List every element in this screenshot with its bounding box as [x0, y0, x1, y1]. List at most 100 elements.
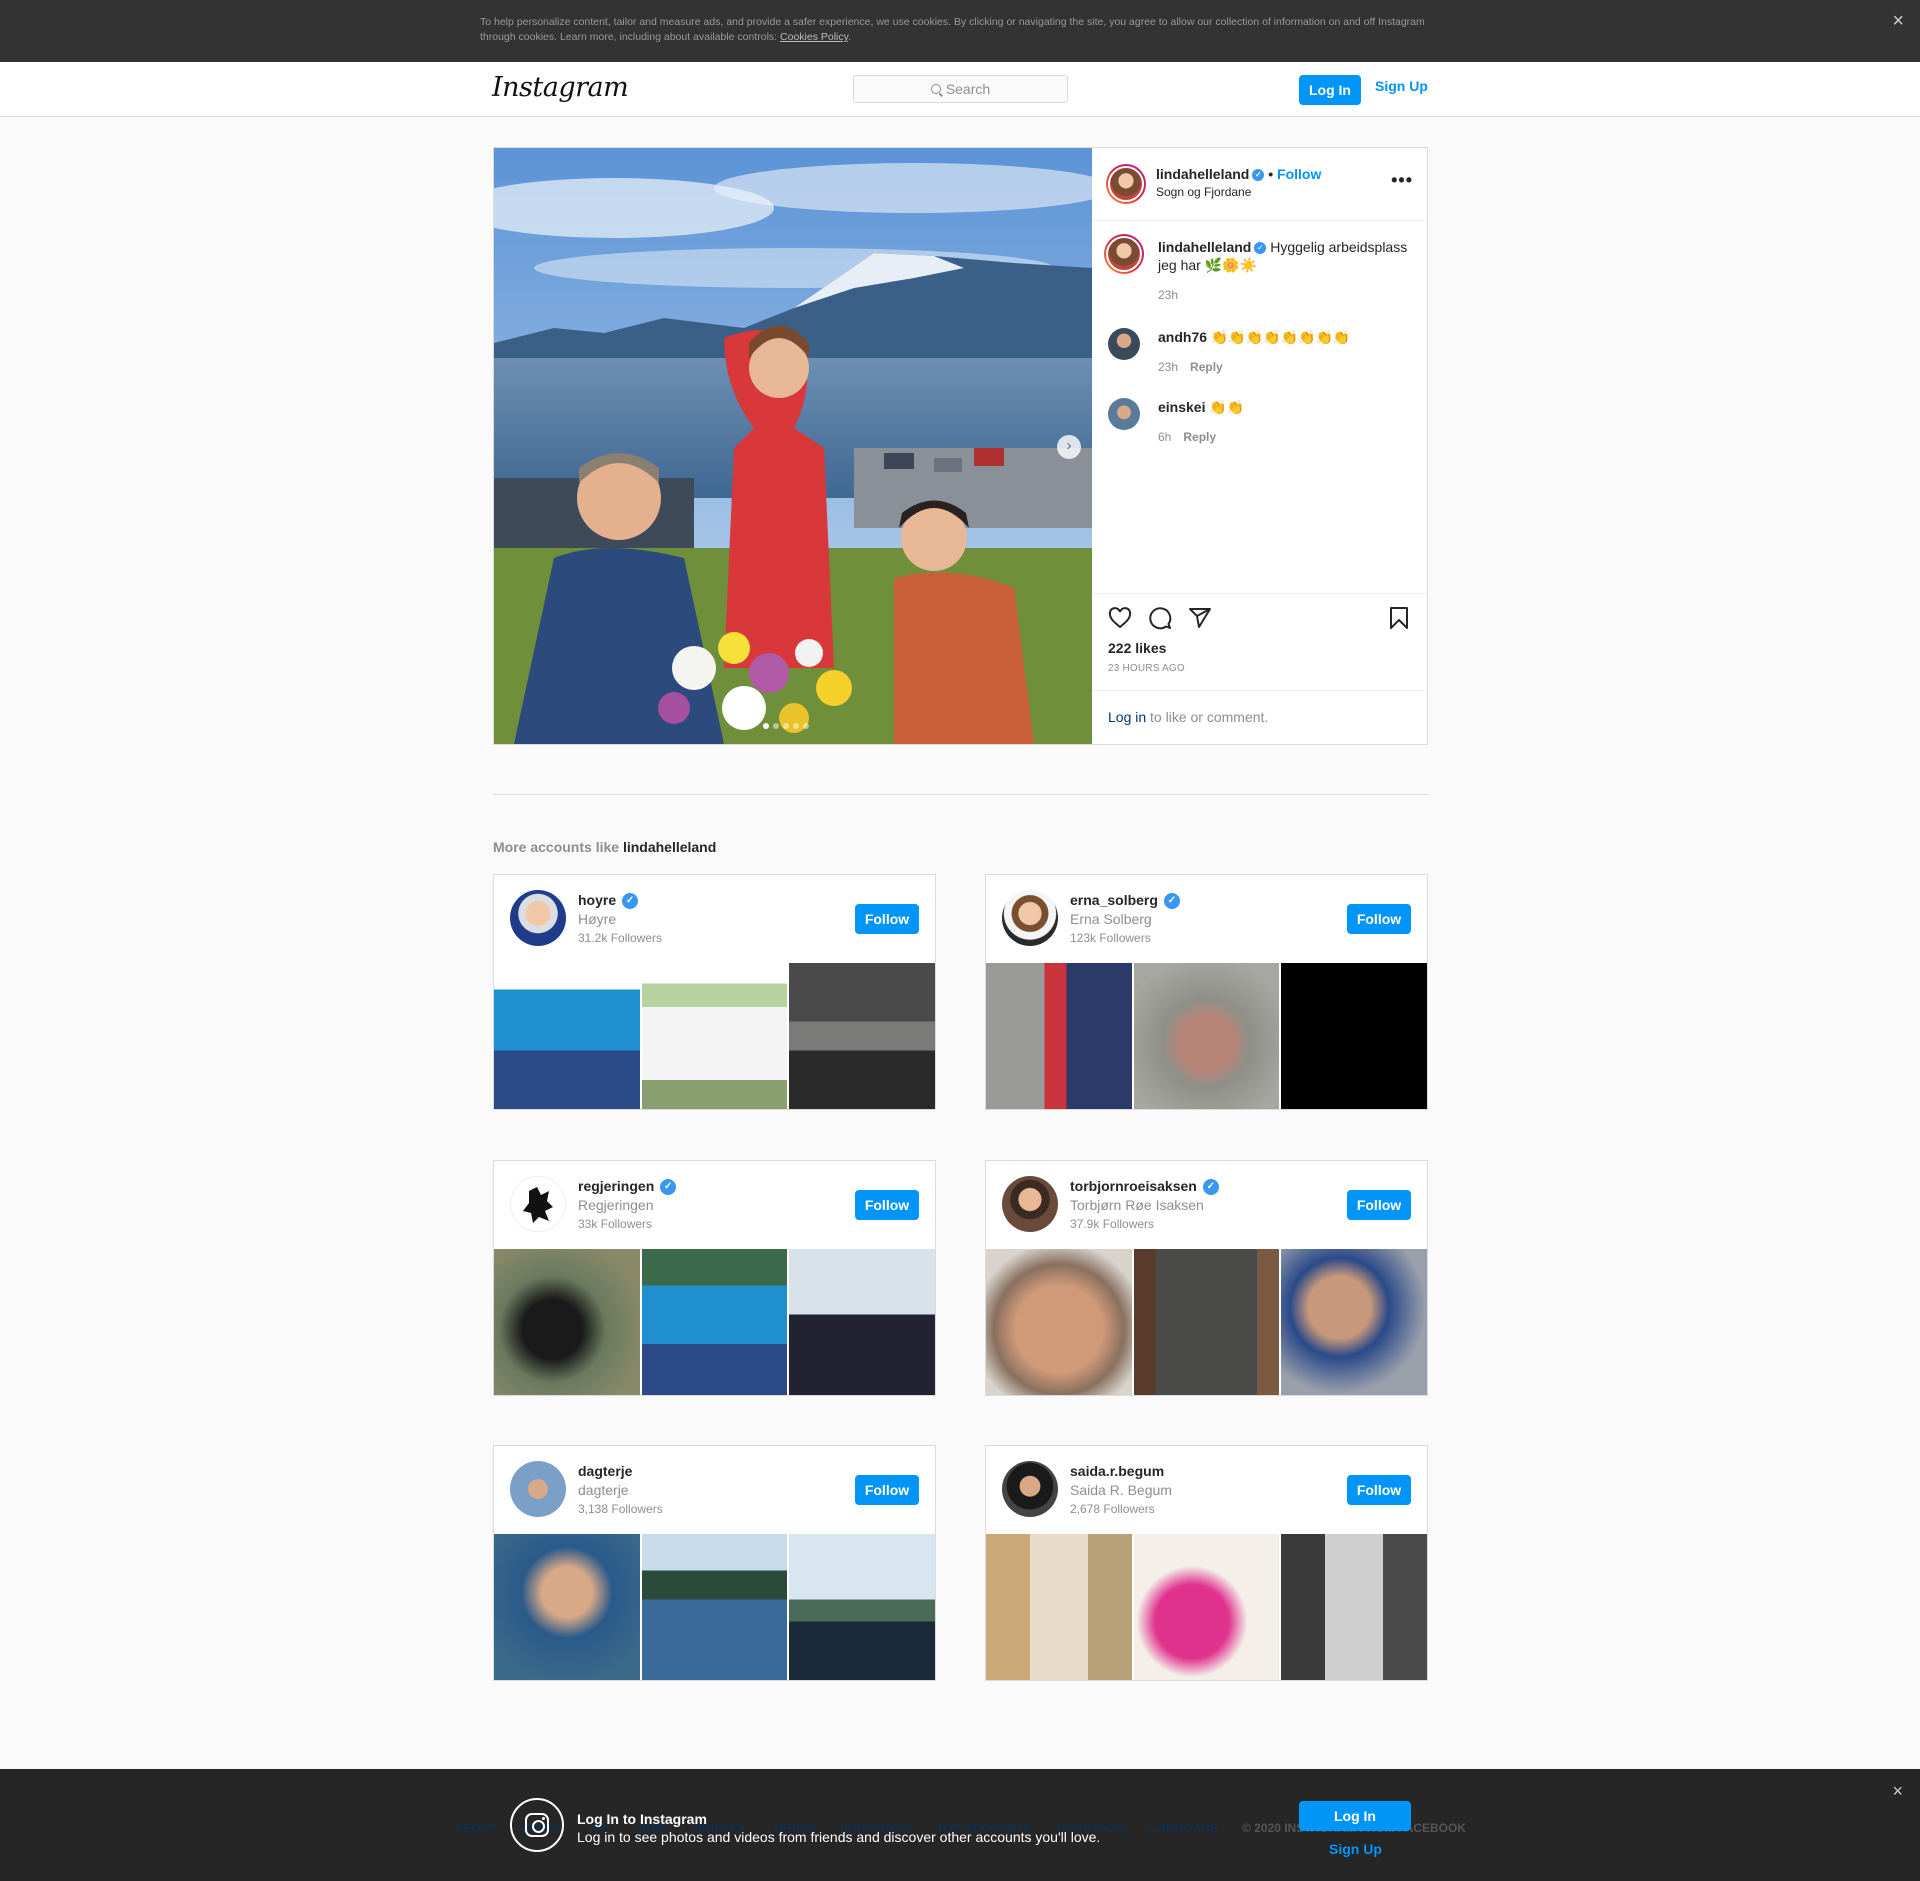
cookie-message: To help personalize content, tailor and … [480, 16, 1425, 43]
verified-badge-icon: ✓ [1252, 169, 1265, 182]
username-link[interactable]: saida.r.begum [1070, 1463, 1164, 1479]
signup-link[interactable]: Sign Up [1375, 78, 1428, 94]
follow-button[interactable]: Follow [855, 1475, 919, 1505]
share-icon[interactable] [1188, 606, 1212, 630]
avatar[interactable] [1106, 164, 1146, 204]
post-image [494, 148, 1092, 744]
card-username: saida.r.begum [1070, 1463, 1164, 1479]
comment-username[interactable]: andh76 [1158, 329, 1207, 345]
avatar[interactable] [1002, 1461, 1058, 1517]
comment-meta: 6h Reply [1158, 430, 1216, 444]
reply-button[interactable]: Reply [1190, 360, 1223, 374]
avatar[interactable] [1002, 1176, 1058, 1232]
popup-title: Log In to Instagram [577, 1811, 707, 1827]
next-photo-button[interactable]: › [1057, 435, 1081, 459]
card-username: hoyre ✓ [578, 892, 639, 910]
caption-body: lindahelleland ✓ Hyggelig arbeidsplass je… [1158, 238, 1418, 274]
follow-button[interactable]: Follow [1277, 166, 1321, 182]
cookie-close-button[interactable]: × [1892, 11, 1904, 31]
comment-body: einskei 👏👏 [1158, 398, 1418, 416]
cookies-policy-link[interactable]: Cookies Policy [780, 31, 848, 43]
thumbnail[interactable] [1133, 1249, 1280, 1395]
avatar[interactable] [1108, 398, 1140, 430]
avatar[interactable] [1104, 234, 1144, 274]
thumbnail[interactable] [986, 1534, 1132, 1680]
comment-icon[interactable] [1148, 606, 1172, 630]
caption-time: 23h [1158, 288, 1179, 302]
thumbnail[interactable] [494, 1249, 640, 1395]
more-accounts-user[interactable]: lindahelleland [623, 839, 716, 855]
avatar[interactable] [1108, 328, 1140, 360]
comment-username[interactable]: einskei [1158, 399, 1205, 415]
follow-button[interactable]: Follow [1347, 1475, 1411, 1505]
follow-button[interactable]: Follow [1347, 904, 1411, 934]
thumbnail[interactable] [1281, 1249, 1428, 1395]
follow-button[interactable]: Follow [855, 904, 919, 934]
verified-badge-icon: ✓ [1202, 1179, 1219, 1196]
coat-of-arms-icon [523, 1187, 553, 1223]
likes-count[interactable]: 222 likes [1108, 640, 1166, 656]
thumbnail[interactable] [1133, 963, 1280, 1109]
login-link[interactable]: Log in [1108, 709, 1146, 725]
cookie-text: To help personalize content, tailor and … [480, 16, 1425, 43]
thumbnail[interactable] [494, 1534, 640, 1680]
thumbnail[interactable] [641, 1249, 788, 1395]
avatar[interactable] [510, 1461, 566, 1517]
card-fullname: Høyre [578, 911, 617, 927]
avatar[interactable] [510, 890, 566, 946]
more-accounts-heading: More accounts like lindahelleland [493, 839, 716, 855]
like-heart-icon[interactable] [1108, 606, 1132, 630]
thumbnail[interactable] [1281, 1534, 1428, 1680]
card-followers: 3,138 Followers [578, 1502, 663, 1516]
card-followers: 2,678 Followers [1070, 1502, 1155, 1516]
comment-time: 6h [1158, 430, 1172, 444]
card-thumbnails [494, 963, 936, 1109]
thumbnail[interactable] [1133, 1534, 1280, 1680]
account-card: regjeringen ✓ Regjeringen 33k Followers F… [493, 1160, 936, 1396]
more-options-icon[interactable]: ••• [1391, 170, 1413, 191]
instagram-logo[interactable]: Instagram [492, 72, 629, 103]
thumbnail[interactable] [494, 963, 640, 1109]
popup-close-button[interactable]: × [1892, 1781, 1903, 1802]
post-photo[interactable]: › [494, 148, 1092, 744]
thumbnail[interactable] [789, 963, 936, 1109]
comment-text: 👏👏 [1209, 399, 1245, 415]
avatar[interactable] [1002, 890, 1058, 946]
card-followers: 33k Followers [578, 1217, 653, 1231]
username-link[interactable]: torbjornroeisaksen [1070, 1178, 1197, 1194]
comments-list: lindahelleland ✓ Hyggelig arbeidsplass je… [1092, 222, 1427, 592]
card-thumbnails [986, 1534, 1428, 1680]
carousel-dot [803, 723, 809, 729]
follow-button[interactable]: Follow [1347, 1190, 1411, 1220]
username-link[interactable]: hoyre [578, 892, 616, 908]
username-link[interactable]: regjeringen [578, 1178, 654, 1194]
thumbnail[interactable] [986, 1249, 1132, 1395]
card-thumbnails [986, 1249, 1428, 1395]
author-username[interactable]: lindahelleland [1156, 166, 1249, 182]
card-fullname: dagterje [578, 1482, 629, 1498]
location-link[interactable]: Sogn og Fjordane [1156, 185, 1251, 199]
thumbnail[interactable] [1281, 963, 1428, 1109]
post-sidebar: lindahelleland ✓ • Follow Sogn og Fjordan… [1092, 148, 1427, 744]
cookie-banner: To help personalize content, tailor and … [0, 0, 1920, 62]
thumbnail[interactable] [789, 1249, 936, 1395]
caption-username[interactable]: lindahelleland [1158, 239, 1251, 255]
thumbnail[interactable] [641, 963, 788, 1109]
avatar[interactable] [510, 1176, 566, 1232]
post-author: lindahelleland ✓ • Follow [1156, 166, 1322, 182]
reply-button[interactable]: Reply [1183, 430, 1216, 444]
search-input[interactable]: Search [853, 75, 1068, 103]
login-button[interactable]: Log In [1299, 75, 1361, 105]
popup-signup-link[interactable]: Sign Up [1329, 1841, 1382, 1857]
username-link[interactable]: dagterje [578, 1463, 632, 1479]
card-username: torbjornroeisaksen ✓ [1070, 1178, 1219, 1196]
thumbnail[interactable] [789, 1534, 936, 1680]
comment-meta: 23h Reply [1158, 360, 1223, 374]
follow-button[interactable]: Follow [855, 1190, 919, 1220]
popup-login-button[interactable]: Log In [1299, 1801, 1411, 1831]
username-link[interactable]: erna_solberg [1070, 892, 1158, 908]
bookmark-icon[interactable] [1387, 606, 1411, 630]
thumbnail[interactable] [986, 963, 1132, 1109]
thumbnail[interactable] [641, 1534, 788, 1680]
action-icons [1108, 606, 1212, 630]
